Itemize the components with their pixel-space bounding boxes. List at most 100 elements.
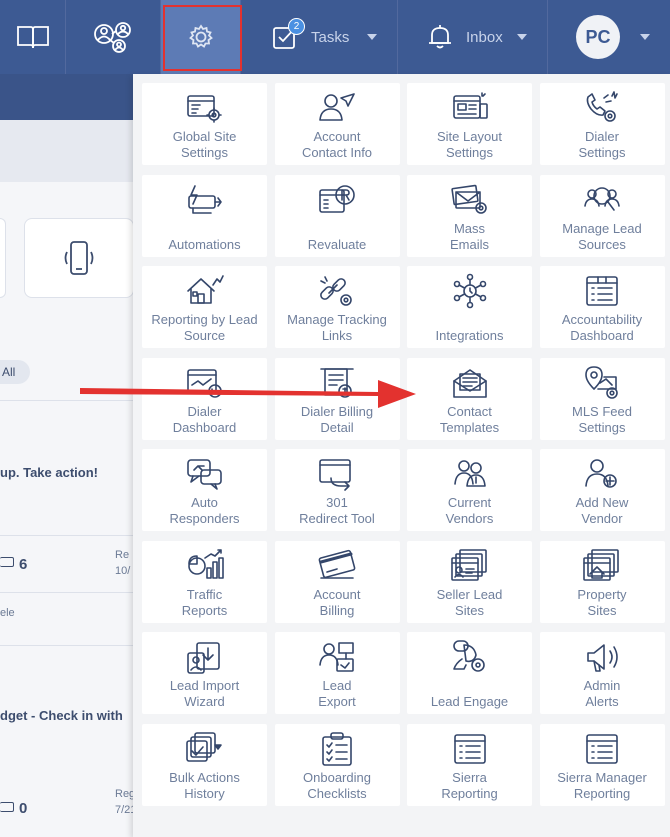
menu-item-dialer-settings[interactable]: Dialer Settings <box>539 83 665 165</box>
auto-responders-icon <box>185 456 225 492</box>
menu-item-seller-lead-sites[interactable]: Seller Lead Sites <box>407 540 532 623</box>
mass-emails-icon <box>450 182 490 218</box>
alert-text: up. Take action! <box>0 465 98 480</box>
count-zero: 0 <box>19 800 28 817</box>
menu-item-revaluate[interactable]: Revaluate <box>274 174 400 257</box>
account-billing-icon <box>317 548 357 584</box>
menu-item-label: Sierra Manager Reporting <box>557 769 647 801</box>
avatar[interactable]: PC <box>576 15 620 59</box>
menu-item-label: Onboarding Checklists <box>303 769 371 801</box>
accountability-dashboard-icon <box>582 273 622 309</box>
menu-item-label: Lead Export <box>318 678 356 709</box>
menu-item-label: Revaluate <box>307 236 367 252</box>
onboarding-checklists-icon <box>317 731 357 767</box>
menu-item-integrations[interactable]: Integrations <box>407 266 532 348</box>
inbox-label: Inbox <box>466 28 503 46</box>
menu-item-property-sites[interactable]: Property Sites <box>539 540 665 623</box>
menu-item-lead-export[interactable]: Lead Export <box>274 632 400 714</box>
integrations-icon <box>450 273 490 309</box>
nav-user-menu[interactable]: PC <box>548 0 670 74</box>
name-fragment: ele <box>0 607 15 619</box>
tasks-chevron-down-icon <box>367 34 377 40</box>
menu-item-label: Manage Lead Sources <box>562 220 642 252</box>
menu-item-account-contact-info[interactable]: Account Contact Info <box>274 83 400 165</box>
menu-item-account-billing[interactable]: Account Billing <box>274 540 400 623</box>
menu-item-add-new-vendor[interactable]: Add New Vendor <box>539 449 665 531</box>
menu-item-automations[interactable]: Automations <box>142 174 267 257</box>
settings-grid: Global Site Settings Account Contact Info… <box>142 83 665 806</box>
admin-alerts-icon <box>582 639 622 675</box>
manage-tracking-links-icon <box>317 273 357 309</box>
sierra-manager-reporting-icon <box>582 731 622 767</box>
menu-item-manage-tracking-links[interactable]: Manage Tracking Links <box>274 266 400 348</box>
add-new-vendor-icon <box>582 456 622 492</box>
nav-leads[interactable] <box>66 0 161 74</box>
book-icon <box>16 26 49 49</box>
smartphone-icon <box>64 241 94 275</box>
menu-item-label: Traffic Reports <box>181 586 228 618</box>
reporting-by-lead-source-icon <box>185 273 225 309</box>
menu-item-traffic-reports[interactable]: Traffic Reports <box>142 540 267 623</box>
menu-item-site-layout-settings[interactable]: Site Layout Settings <box>407 83 532 165</box>
menu-item-lead-engage[interactable]: Lead Engage <box>407 632 532 714</box>
menu-item-label: Site Layout Settings <box>436 129 503 160</box>
menu-item-admin-alerts[interactable]: Admin Alerts <box>539 632 665 714</box>
lead-export-icon <box>317 639 357 675</box>
nav-inbox[interactable]: Inbox <box>398 0 548 74</box>
menu-item-label: MLS Feed Settings <box>572 403 632 435</box>
nav-resources[interactable] <box>0 0 66 74</box>
sierra-reporting-icon <box>450 731 490 767</box>
card-edge <box>0 218 6 298</box>
menu-item-label: Global Site Settings <box>172 129 237 160</box>
settings-dropdown-menu: Global Site Settings Account Contact Info… <box>133 74 670 837</box>
mls-feed-settings-icon <box>582 365 622 401</box>
menu-item-reporting-by-lead-source[interactable]: Reporting by Lead Source <box>142 266 267 348</box>
user-chevron-down-icon <box>640 34 650 40</box>
menu-item-onboarding-checklists[interactable]: Onboarding Checklists <box>274 723 400 806</box>
phone-card[interactable] <box>24 218 134 298</box>
registered-fragment: Re <box>115 549 130 561</box>
menu-item-current-vendors[interactable]: Current Vendors <box>407 449 532 531</box>
menu-item-manage-lead-sources[interactable]: Manage Lead Sources <box>539 174 665 257</box>
menu-item-global-site-settings[interactable]: Global Site Settings <box>142 83 267 165</box>
comment-icon <box>0 557 14 567</box>
nav-tasks[interactable]: 2 Tasks <box>241 0 398 74</box>
property-sites-icon <box>582 548 622 584</box>
menu-item-label: Add New Vendor <box>575 495 629 526</box>
menu-item-label: Manage Tracking Links <box>287 312 387 343</box>
menu-item-redirect-tool[interactable]: 301 Redirect Tool <box>274 449 400 531</box>
tasks-badge: 2 <box>288 18 305 35</box>
menu-item-label: Sierra Reporting <box>441 769 498 801</box>
menu-item-label: Property Sites <box>577 586 627 618</box>
network-users-icon <box>94 22 131 53</box>
menu-item-label: Account Contact Info <box>301 129 373 160</box>
menu-item-mass-emails[interactable]: Mass Emails <box>407 174 532 257</box>
menu-item-label: Auto Responders <box>169 495 240 526</box>
menu-item-mls-feed-settings[interactable]: MLS Feed Settings <box>539 357 665 440</box>
lead-engage-icon <box>450 639 490 675</box>
menu-item-sierra-manager-reporting[interactable]: Sierra Manager Reporting <box>539 723 665 806</box>
bell-icon <box>429 25 451 49</box>
menu-item-contact-templates[interactable]: Contact Templates <box>407 357 532 440</box>
top-navigation: 2 Tasks Inbox PC <box>0 0 670 74</box>
menu-item-accountability-dashboard[interactable]: Accountability Dashboard <box>539 266 665 348</box>
comment-icon <box>0 802 14 812</box>
global-site-settings-icon <box>185 90 225 126</box>
menu-item-label: Integrations <box>435 328 504 343</box>
lead-import-wizard-icon <box>185 639 225 675</box>
current-vendors-icon <box>450 456 490 492</box>
menu-item-auto-responders[interactable]: Auto Responders <box>142 449 267 531</box>
redirect-tool-icon <box>317 456 357 492</box>
menu-item-sierra-reporting[interactable]: Sierra Reporting <box>407 723 532 806</box>
settings-highlight-box <box>163 5 242 71</box>
red-arrow-annotation <box>80 380 416 408</box>
filter-all-pill[interactable]: All <box>0 360 30 384</box>
menu-item-label: Contact Templates <box>439 403 500 435</box>
menu-item-lead-import-wizard[interactable]: Lead Import Wizard <box>142 632 267 714</box>
inbox-chevron-down-icon <box>517 34 527 40</box>
menu-item-label: Mass Emails <box>449 220 489 252</box>
seller-lead-sites-icon <box>450 548 490 584</box>
menu-item-bulk-actions-history[interactable]: Bulk Actions History <box>142 723 267 806</box>
automations-icon <box>185 182 225 218</box>
menu-item-label: Accountability Dashboard <box>561 312 643 343</box>
